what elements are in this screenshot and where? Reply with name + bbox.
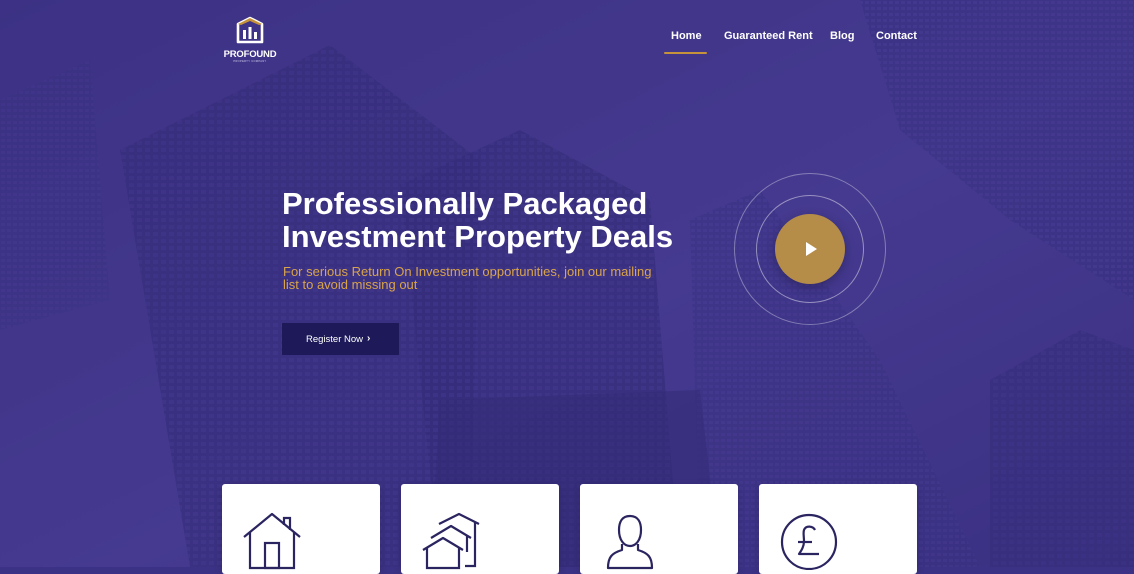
hero-headline-line1: Professionally Packaged — [282, 186, 648, 221]
feature-card-houses[interactable] — [401, 484, 559, 574]
feature-cards — [0, 484, 1134, 574]
play-icon — [806, 242, 817, 256]
pound-coin-icon — [780, 513, 838, 570]
house-icon — [243, 512, 301, 570]
feature-card-pound[interactable] — [759, 484, 917, 574]
hero-subtext-line2: list to avoid missing out — [283, 277, 418, 292]
nav-item-blog[interactable]: Blog — [830, 30, 854, 42]
register-now-label: Register Now — [306, 334, 364, 345]
register-now-button[interactable]: Register Now › — [282, 323, 399, 355]
site-header: PROFOUND PROPERTY COMPANY Home Guarantee… — [0, 0, 1134, 90]
nav-item-contact[interactable]: Contact — [876, 30, 917, 42]
brand-tagline: PROPERTY COMPANY — [233, 60, 267, 63]
hero-headline: Professionally Packaged Investment Prope… — [282, 187, 742, 253]
feature-card-person[interactable] — [580, 484, 738, 574]
person-icon — [606, 514, 654, 570]
active-nav-indicator — [664, 52, 707, 54]
play-video-button[interactable] — [775, 214, 845, 284]
feature-card-house[interactable] — [222, 484, 380, 574]
logo-mark-icon — [236, 16, 264, 44]
brand-logo[interactable]: PROFOUND PROPERTY COMPANY — [222, 16, 278, 66]
video-play-widget — [734, 173, 886, 325]
brand-name: PROFOUND — [223, 49, 277, 60]
chevron-right-icon: › — [367, 333, 371, 344]
nav-item-home[interactable]: Home — [671, 30, 702, 42]
main-nav: Home Guaranteed Rent Blog Contact — [650, 30, 930, 60]
hero-subtext: For serious Return On Investment opportu… — [283, 265, 703, 291]
nav-item-guaranteed-rent[interactable]: Guaranteed Rent — [724, 30, 813, 42]
hero-headline-line2: Investment Property Deals — [282, 219, 674, 254]
multiple-houses-icon — [422, 512, 480, 570]
